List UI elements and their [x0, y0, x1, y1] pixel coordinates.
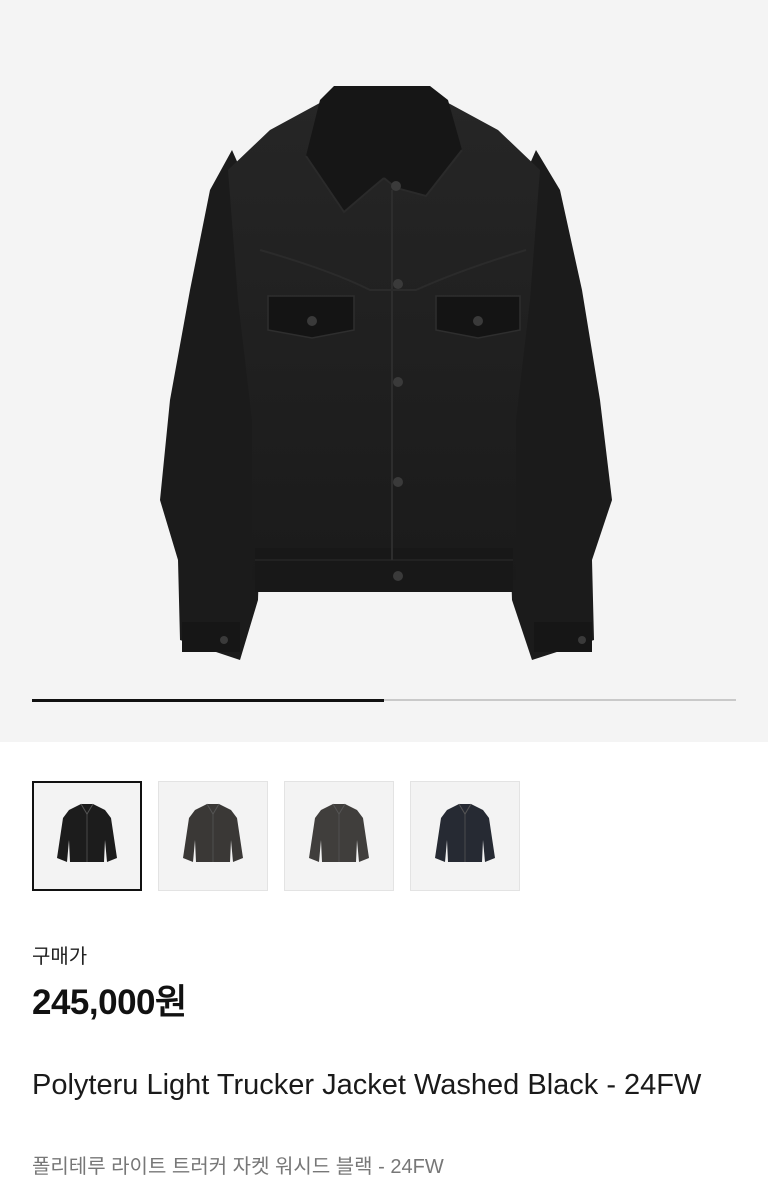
jacket-thumbnail-icon: [435, 803, 495, 862]
thumbnail-black[interactable]: [32, 781, 142, 891]
jacket-thumbnail-icon: [183, 803, 243, 862]
thumbnail-strip: [32, 781, 520, 891]
product-subtitle: 폴리테루 라이트 트러커 자켓 워시드 블랙 - 24FW: [32, 1156, 444, 1178]
product-title: Polyteru Light Trucker Jacket Washed Bla…: [32, 1069, 702, 1101]
jacket-image: [160, 86, 612, 660]
thumbnail-navy[interactable]: [410, 781, 520, 891]
thumbnail-charcoal[interactable]: [284, 781, 394, 891]
gallery-progress-fill: [32, 698, 384, 702]
jacket-thumbnail-icon: [309, 803, 369, 862]
product-image-gallery[interactable]: [0, 0, 768, 742]
jacket-thumbnail-icon: [57, 803, 117, 862]
gallery-progress-bar: [32, 698, 736, 702]
price: 245,000원: [32, 983, 187, 1022]
price-label: 구매가: [32, 946, 88, 968]
thumbnail-washed-black[interactable]: [158, 781, 268, 891]
